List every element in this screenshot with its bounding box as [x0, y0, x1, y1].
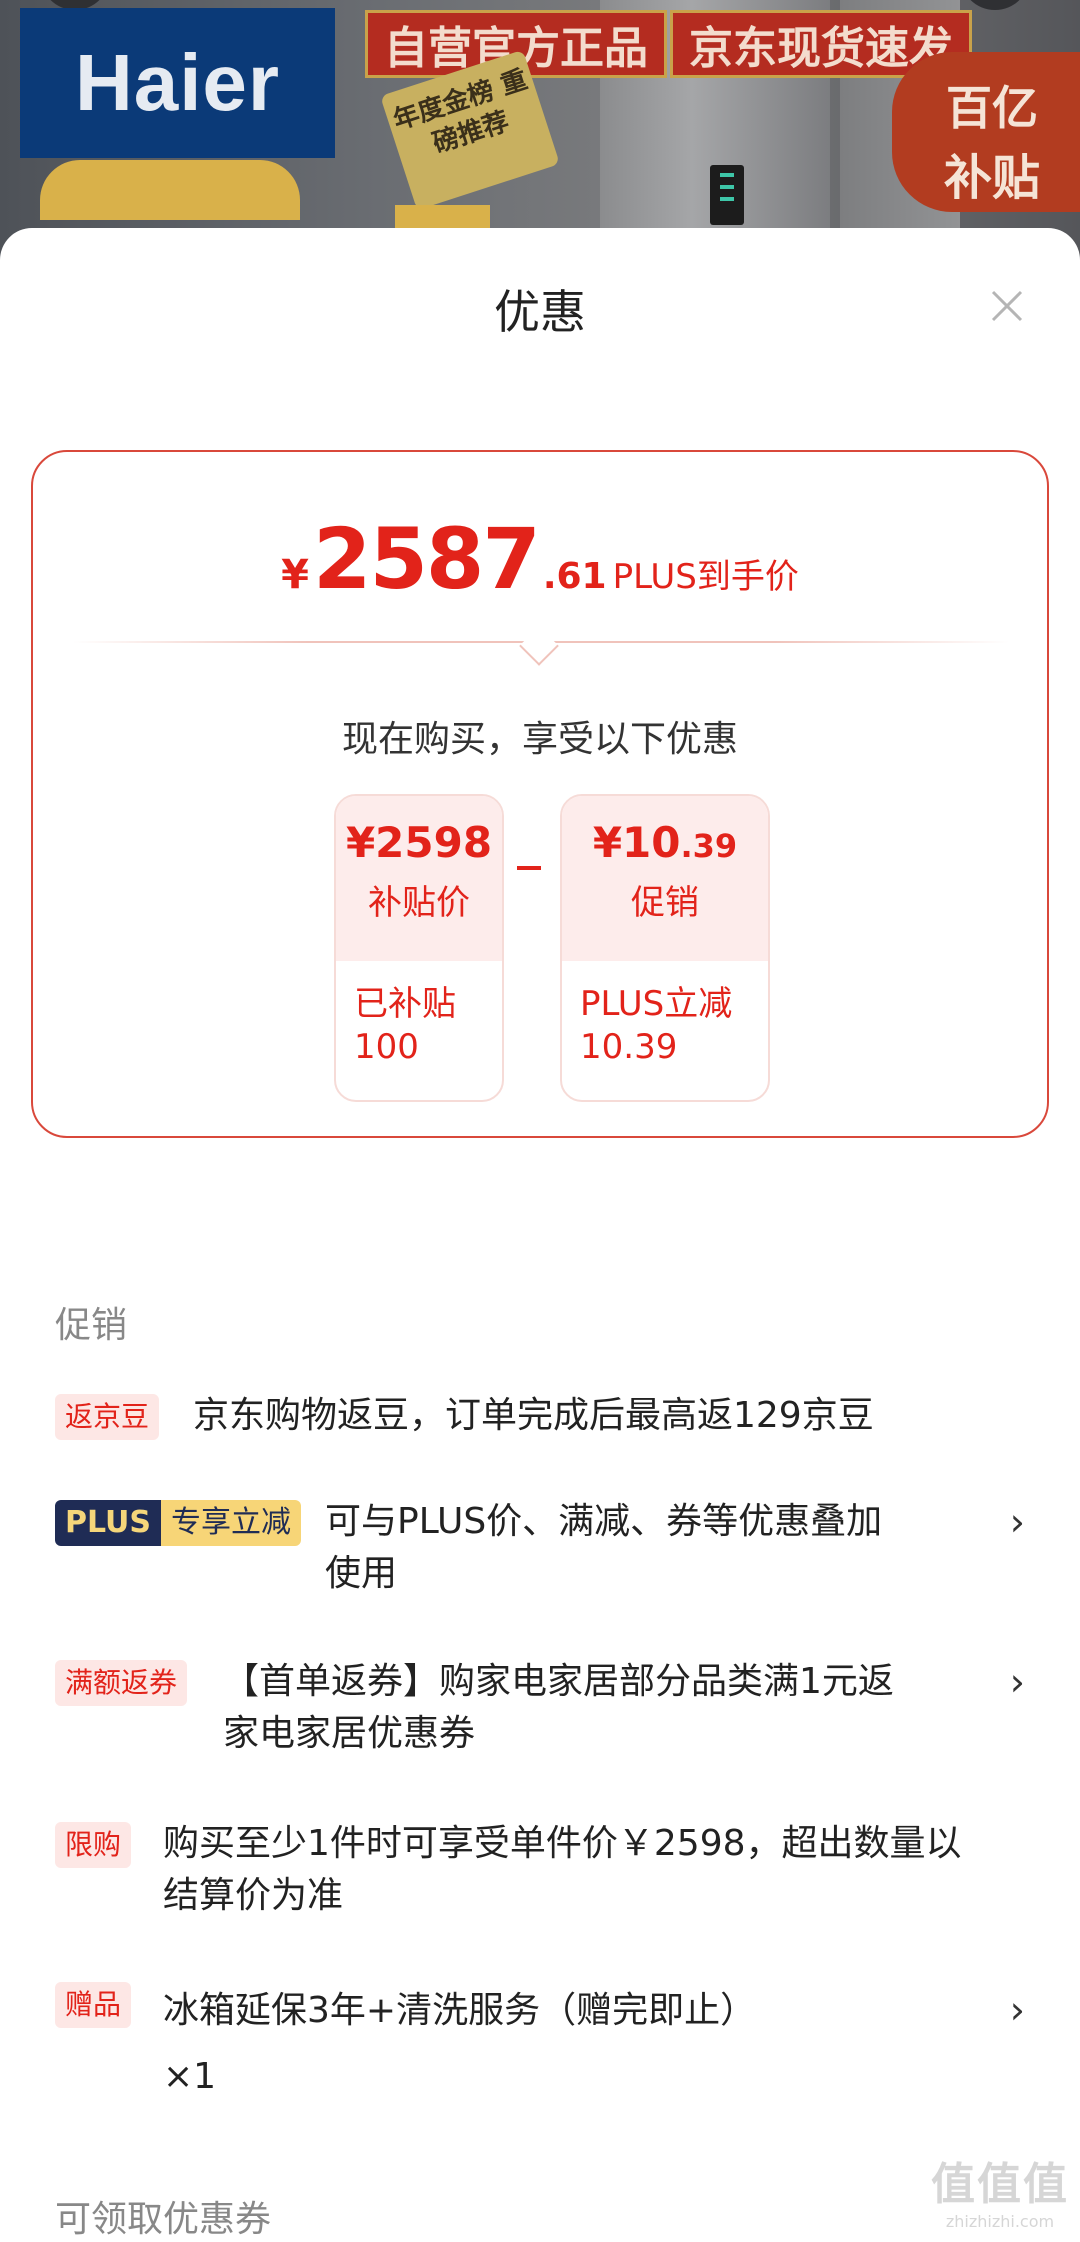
price-decimal: .61 — [542, 556, 607, 597]
plus-badge: PLUS 专享立减 — [55, 1500, 302, 1546]
product-hero-image: Haier 自营官方正品 京东现货速发 年度金榜 重磅推荐 百亿 补贴 — [0, 0, 1080, 260]
promotion-value: ¥10.39 — [592, 818, 738, 867]
promo-text: 可与PLUS价、满减、券等优惠叠加 使用 — [325, 1501, 883, 1594]
subsidy-price-value: ¥2598 — [345, 818, 493, 867]
sheet-title: 优惠 — [494, 285, 586, 339]
currency-symbol: ¥ — [281, 552, 310, 598]
promo-text: 冰箱延保3年+清洗服务（赠完即止） ×1 — [163, 1990, 757, 2097]
promo-ribbon — [40, 160, 300, 220]
close-icon[interactable] — [985, 284, 1029, 328]
price-label: PLUS到手价 — [612, 557, 799, 597]
promotion-detail-amount: 10.39 — [580, 1027, 678, 1067]
chevron-right-icon: › — [1009, 1988, 1025, 2032]
subsidy-detail-label: 已补贴 — [354, 984, 456, 1024]
price-integer: 2587 — [313, 510, 541, 608]
price-card: ¥ 2587 .61 PLUS到手价 现在购买，享受以下优惠 ¥2598 补贴价… — [31, 450, 1049, 1138]
promo-row-limit: 限购 购买至少1件时可享受单件价￥2598，超出数量以 结算价为准 — [55, 1818, 1025, 1928]
watermark: 值值值 zhizhizhi.com — [931, 2159, 1069, 2231]
promo-text: 【首单返券】购家电家居部分品类满1元返 家电家居优惠券 — [223, 1661, 894, 1754]
subsidy-price-caption: 补贴价 — [368, 883, 470, 923]
more-button-shadow — [960, 0, 1030, 10]
promotion-detail-label: PLUS立减 — [580, 984, 733, 1024]
promo-row-gift[interactable]: 赠品 冰箱延保3年+清洗服务（赠完即止） ×1 › — [55, 1978, 1025, 2108]
coupon-return-badge: 满额返券 — [55, 1660, 188, 1706]
promo-text: 购买至少1件时可享受单件价￥2598，超出数量以 结算价为准 — [163, 1823, 962, 1916]
discount-sheet: 优惠 ¥ 2587 .61 PLUS到手价 现在购买，享受以下优惠 ¥2598 … — [0, 228, 1080, 2240]
promotion-section-title: 促销 — [55, 1305, 128, 1346]
limit-badge: 限购 — [55, 1822, 132, 1868]
subsidy-detail-amount: 100 — [354, 1027, 419, 1067]
subsidy-badge: 百亿 补贴 — [892, 52, 1080, 212]
promo-row-coupon-return[interactable]: 满额返券 【首单返券】购家电家居部分品类满1元返 家电家居优惠券 › — [55, 1656, 1025, 1766]
promotion-box: ¥10.39 促销 PLUS立减 10.39 — [560, 794, 770, 1102]
chevron-right-icon: › — [1009, 1500, 1025, 1544]
divider-notch — [519, 626, 559, 666]
chevron-right-icon: › — [1009, 1660, 1025, 1704]
promo-row-jingdou[interactable]: 返京豆 京东购物返豆，订单完成后最高返129京豆 — [55, 1390, 1025, 1450]
promo-text: 京东购物返豆，订单完成后最高返129京豆 — [193, 1395, 874, 1436]
minus-sign — [517, 866, 541, 870]
coupon-section-title: 可领取优惠券 — [55, 2199, 272, 2240]
promotion-caption: 促销 — [631, 883, 699, 923]
promo-row-plus[interactable]: PLUS 专享立减 可与PLUS价、满减、券等优惠叠加 使用 › — [55, 1496, 1025, 1606]
plus-final-price: ¥ 2587 .61 PLUS到手价 — [33, 510, 1047, 608]
subsidy-price-box: ¥2598 补贴价 已补贴 100 — [334, 794, 504, 1102]
jingdou-badge: 返京豆 — [55, 1394, 160, 1440]
brand-logo: Haier — [20, 8, 335, 158]
fridge-control-panel — [710, 165, 744, 225]
enjoy-text: 现在购买，享受以下优惠 — [341, 719, 738, 760]
gift-badge: 赠品 — [55, 1982, 132, 2028]
